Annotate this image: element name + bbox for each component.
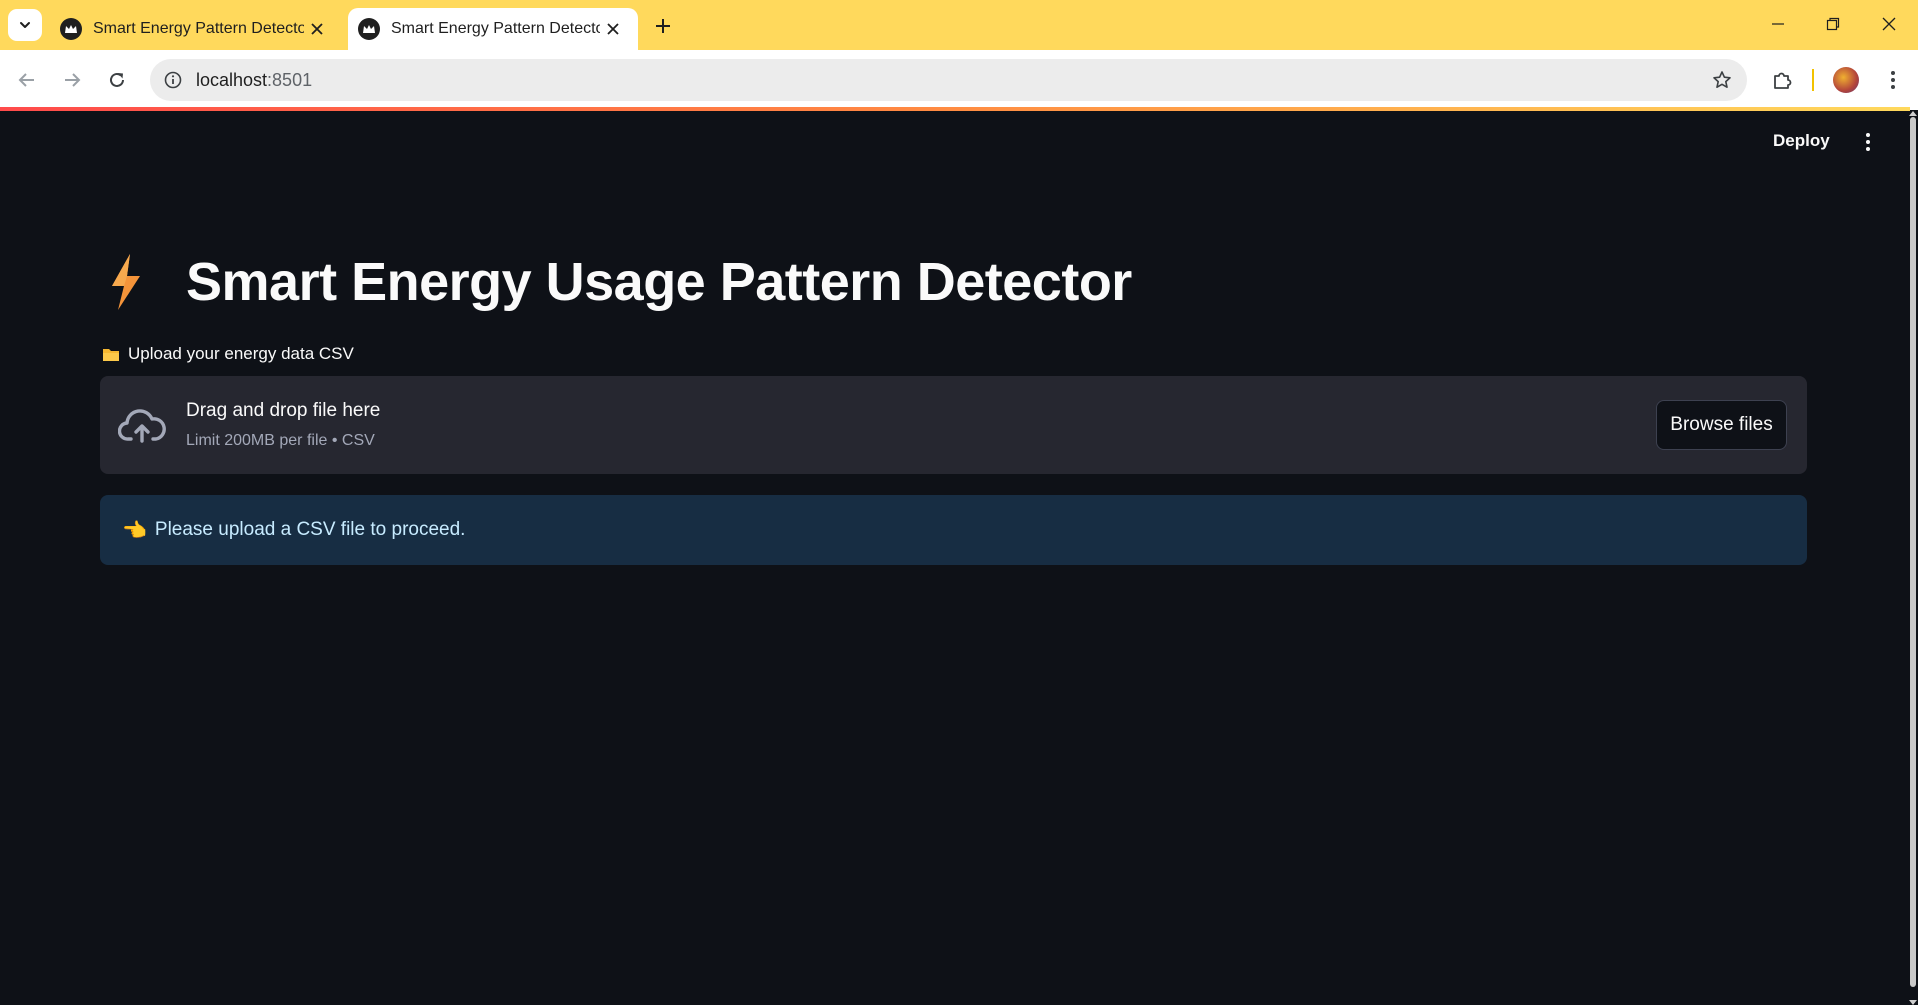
page-header: Smart Energy Usage Pattern Detector [100,251,1132,313]
close-icon [1882,17,1896,31]
deploy-button[interactable]: Deploy [1773,131,1830,151]
extensions-button[interactable] [1765,63,1799,97]
browser-toolbar: localhost:8501 [0,50,1918,110]
bookmark-star-icon[interactable] [1709,67,1735,93]
minimize-icon [1772,23,1784,25]
url-text: localhost:8501 [196,70,312,91]
tab-search-button[interactable] [8,9,42,41]
pointing-hand-icon: 👈 [122,519,147,542]
plus-icon [656,19,670,33]
folder-icon [103,348,119,361]
reload-icon [110,72,124,87]
reload-button[interactable] [100,63,134,97]
page-scrollbar[interactable] [1908,111,1918,1005]
close-tab-icon[interactable] [304,16,330,42]
cloud-upload-icon [118,409,166,443]
file-uploader-label: Upload your energy data CSV [102,344,354,364]
scroll-down-arrow-icon[interactable] [1909,1000,1917,1005]
back-button[interactable] [10,63,44,97]
high-voltage-icon [112,254,140,310]
browse-files-button[interactable]: Browse files [1656,400,1787,450]
tab-2[interactable]: Smart Energy Pattern Detector [348,8,638,50]
app-main-menu-button[interactable] [1856,129,1880,155]
tab-1[interactable]: Smart Energy Pattern Detector [50,8,342,50]
forward-button[interactable] [55,63,89,97]
restore-icon [1826,17,1840,31]
dropzone-title: Drag and drop file here [186,400,381,421]
minimize-button[interactable] [1755,6,1801,42]
puzzle-icon [1774,72,1792,89]
profile-avatar[interactable] [1833,67,1859,93]
tab-title: Smart Energy Pattern Detector [93,20,304,37]
page-title: Smart Energy Usage Pattern Detector [186,252,1132,312]
tab-strip: Smart Energy Pattern Detector Smart Ener… [0,0,1918,50]
url-port: :8501 [267,70,313,90]
scrollbar-thumb[interactable] [1910,117,1916,987]
close-window-button[interactable] [1866,6,1912,42]
streamlit-favicon-icon [60,18,82,40]
restore-button[interactable] [1810,6,1856,42]
info-alert-text: Please upload a CSV file to proceed. [154,519,466,540]
site-info-icon[interactable] [160,67,186,93]
url-host: localhost [196,70,268,90]
dropzone-subtitle: Limit 200MB per file • CSV [186,432,375,449]
streamlit-app: Deploy Smart Energy Usage Pattern Detect… [0,111,1908,1005]
address-bar[interactable]: localhost:8501 [150,59,1747,101]
new-tab-button[interactable] [648,11,678,41]
streamlit-favicon-icon [358,18,380,40]
chevron-down-icon [20,22,30,28]
browser-menu-button[interactable] [1876,63,1910,97]
scroll-up-arrow-icon[interactable] [1909,111,1917,116]
tab-title: Smart Energy Pattern Detector [391,20,600,37]
toolbar-separator [1812,69,1814,91]
uploader-label-text: Upload your energy data CSV [128,344,354,363]
arrow-left-icon [18,73,34,87]
kebab-menu-icon [1866,133,1870,151]
kebab-menu-icon [1891,71,1895,89]
file-dropzone[interactable]: Drag and drop file here Limit 200MB per … [100,376,1807,474]
info-alert: 👈 Please upload a CSV file to proceed. [100,495,1807,565]
close-tab-icon[interactable] [600,16,626,42]
arrow-right-icon [65,73,81,87]
